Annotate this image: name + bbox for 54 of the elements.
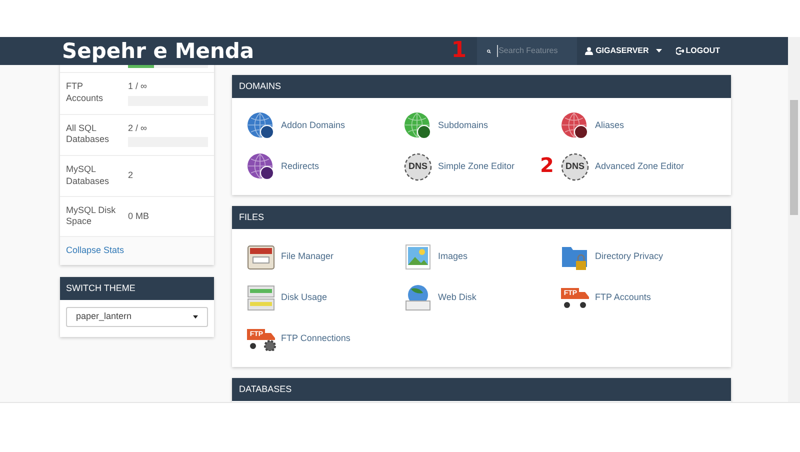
tool-link[interactable]: Advanced Zone Editor [595,160,684,174]
image-icon [404,243,432,271]
truck-icon [246,327,276,351]
logout-button[interactable]: LOGOUT [670,37,726,65]
collapse-stats-link[interactable]: Collapse Stats [66,244,124,258]
tool-link[interactable]: FTP Connections [281,332,350,346]
annotation-number: 1 [451,40,467,62]
caret-icon [193,315,198,320]
tool-link[interactable]: File Manager [281,250,334,264]
tool-link[interactable]: FTP Accounts [595,291,651,305]
server-icon [247,284,275,312]
panel-title: SWITCH THEME [66,282,136,295]
search-input[interactable]: Search Features [496,45,567,57]
stat-value: 2 [128,170,134,182]
tool-link[interactable]: Redirects [281,160,320,174]
panel-title: FILES [239,210,264,224]
globe-icon [561,112,589,140]
tool-link[interactable]: Simple Zone Editor [438,160,515,174]
globe-icon [247,153,275,181]
dns-label: DNS [565,160,584,174]
stat-value: 1 / ∞ [128,81,148,93]
search-icon [486,46,491,56]
scrollbar-thumb[interactable] [790,100,798,215]
logout-icon [676,47,684,55]
tool-link[interactable]: Aliases [595,119,624,133]
search-field[interactable]: Search Features [476,37,577,65]
stat-label: FTP Accounts [66,81,104,104]
stat-value: 2 / ∞ [128,122,148,134]
stat-label: All SQL Databases [66,122,110,146]
stat-label: MySQL Disk Space [66,204,117,228]
globe-server-icon [404,284,432,312]
theme-select[interactable]: paper_lantern [66,307,208,328]
stat-label: MySQL Databases [66,164,110,188]
tool-link[interactable]: Directory Privacy [595,250,664,264]
globe-icon [404,112,432,140]
tool-link[interactable]: Subdomains [438,119,488,133]
dashed-circle-icon [404,153,432,181]
tool-link[interactable]: Web Disk [438,291,476,305]
file-cabinet-icon [247,243,275,271]
dns-label: DNS [408,160,428,174]
tool-link[interactable]: Disk Usage [281,291,328,305]
panel-title: DATABASES [239,382,292,396]
user-menu-button[interactable]: GIGASERVER [576,37,670,65]
tool-link[interactable]: Images [438,250,468,264]
panel-title: DOMAINS [239,80,282,93]
tool-link[interactable]: Addon Domains [281,119,346,133]
brand-title: Sepehr e Menda [62,40,254,62]
caret-icon [656,49,662,53]
truck-icon [560,286,590,310]
dashed-circle-icon [561,153,589,181]
annotation-number: 2 [540,155,554,175]
stat-value: 0 MB [128,210,150,222]
scrollbar[interactable] [788,37,800,402]
user-icon [584,47,593,55]
